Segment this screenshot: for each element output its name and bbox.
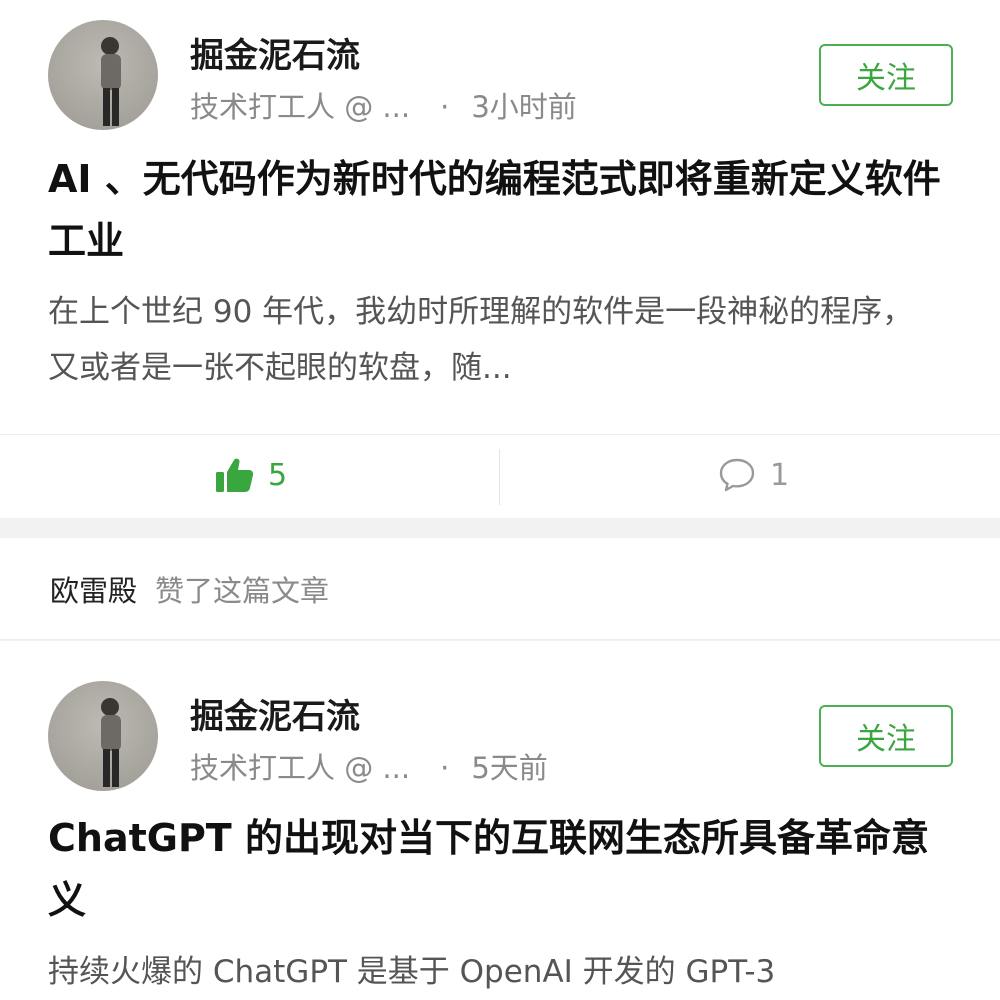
feed-card-1[interactable]: 掘金泥石流 技术打工人 @ ... · 3小时前 关注 AI 、无代码作为新时代的编…	[0, 0, 1000, 518]
comment-bubble-icon	[719, 458, 755, 492]
like-count: 5	[268, 457, 288, 493]
author-name[interactable]: 掘金泥石流	[190, 28, 360, 77]
feed-card-2[interactable]: 掘金泥石流 技术打工人 @ ... · 5天前 关注 ChatGPT 的出现对当下的…	[0, 641, 1000, 1000]
comment-count: 1	[770, 457, 790, 493]
post-title[interactable]: AI 、无代码作为新时代的编程范式即将重新定义软件工业	[48, 148, 958, 272]
post-meta: 技术打工人 @ ... · 3小时前	[190, 84, 577, 126]
follow-button[interactable]: 关注	[819, 44, 953, 106]
author-tag: 技术打工人 @ ...	[190, 751, 411, 785]
comment-button[interactable]: 1	[718, 457, 789, 493]
like-button[interactable]: 5	[216, 457, 287, 493]
post-time: 5天前	[471, 751, 548, 785]
post-time: 3小时前	[471, 90, 577, 124]
thumbs-up-icon	[216, 458, 254, 492]
follow-button[interactable]: 关注	[819, 705, 953, 767]
separator-dot: ·	[440, 751, 450, 785]
separator-dot: ·	[440, 90, 450, 124]
post-meta: 技术打工人 @ ... · 5天前	[190, 745, 548, 787]
post-excerpt[interactable]: 在上个世纪 90 年代，我幼时所理解的软件是一段神秘的程序，又或者是一张不起眼的…	[48, 284, 928, 396]
avatar[interactable]	[48, 20, 158, 130]
avatar[interactable]	[48, 681, 158, 791]
activity-row[interactable]: 欧雷殿 赞了这篇文章	[0, 538, 1000, 640]
post-actions: 5 1	[0, 434, 1000, 518]
activity-action: 赞了这篇文章	[155, 574, 330, 608]
author-tag: 技术打工人 @ ...	[190, 90, 411, 124]
post-excerpt[interactable]: 持续火爆的 ChatGPT 是基于 OpenAI 开发的 GPT-3	[48, 944, 928, 1000]
post-title[interactable]: ChatGPT 的出现对当下的互联网生态所具备革命意义	[48, 807, 958, 931]
activity-user[interactable]: 欧雷殿	[50, 568, 137, 610]
person-photo-icon	[101, 37, 121, 126]
person-photo-icon	[101, 698, 121, 787]
author-name[interactable]: 掘金泥石流	[190, 689, 360, 738]
action-divider	[499, 449, 500, 505]
